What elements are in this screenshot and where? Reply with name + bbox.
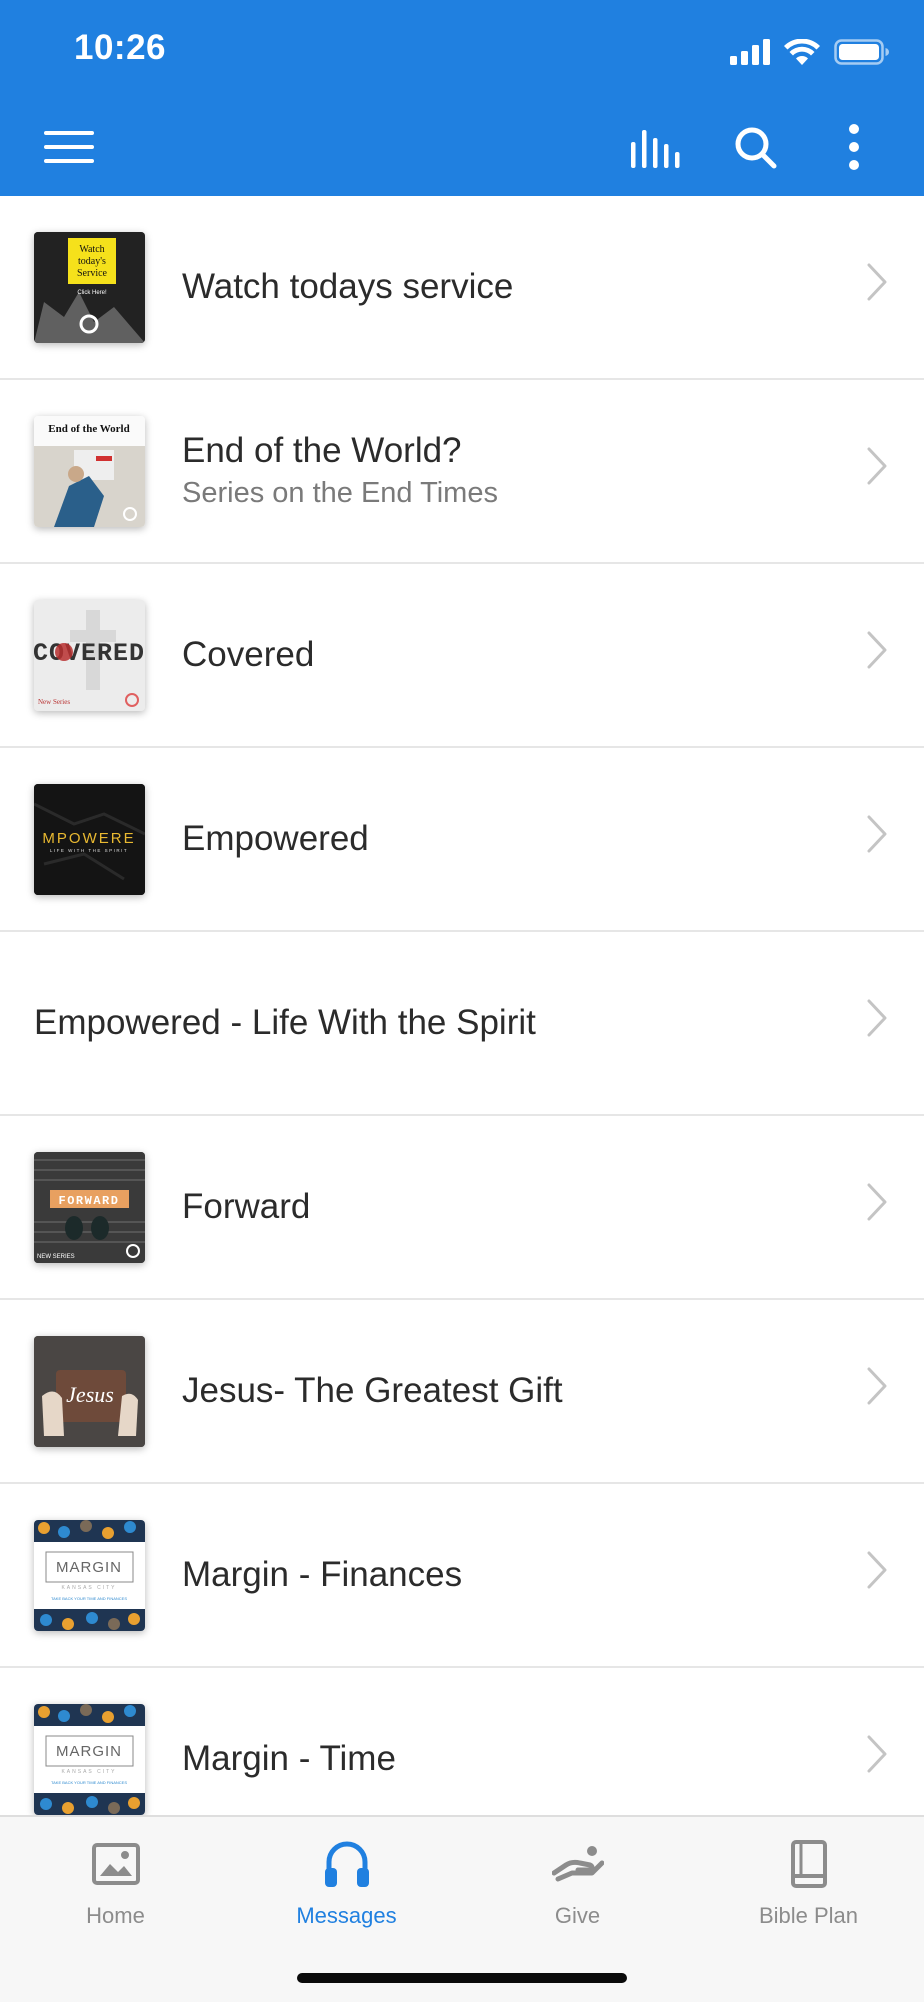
headphones-icon: [324, 1837, 370, 1891]
audio-bars-icon[interactable]: [630, 126, 684, 170]
series-artwork: COVERED New Series: [34, 600, 145, 711]
row-title: Watch todays service: [182, 267, 514, 306]
row-title: Empowered: [182, 819, 369, 858]
signal-icon: [730, 39, 770, 65]
svg-text:TAKE BACK YOUR TIME AND FINANC: TAKE BACK YOUR TIME AND FINANCES: [51, 1596, 127, 1601]
svg-text:Service: Service: [77, 268, 108, 279]
image-icon: [91, 1837, 140, 1891]
svg-text:TAKE BACK YOUR TIME AND FINANC: TAKE BACK YOUR TIME AND FINANCES: [51, 1780, 127, 1785]
row-title: Margin - Time: [182, 1739, 396, 1778]
series-artwork: Watch today's Service Click Here!: [34, 232, 145, 343]
svg-text:Watch: Watch: [79, 244, 104, 255]
svg-text:MPOWERE: MPOWERE: [42, 830, 135, 847]
list-item[interactable]: MARGIN KANSAS CITY TAKE BACK YOUR TIME A…: [0, 1484, 924, 1668]
svg-text:MARGIN: MARGIN: [56, 1743, 122, 1760]
chevron-right-icon: [867, 1735, 887, 1773]
row-title: Empowered - Life With the Spirit: [34, 1003, 536, 1042]
svg-text:NEW SERIES: NEW SERIES: [37, 1254, 75, 1260]
row-title: Jesus- The Greatest Gift: [182, 1371, 563, 1410]
tab-label: Bible Plan: [758, 1903, 859, 1928]
search-icon[interactable]: [734, 126, 778, 170]
tab-label: Messages: [296, 1903, 397, 1928]
series-artwork: End of the World: [34, 416, 145, 527]
app-header: 10:26: [0, 0, 924, 196]
svg-text:MARGIN: MARGIN: [56, 1559, 122, 1576]
chevron-right-icon: [867, 1183, 887, 1221]
list-item[interactable]: End of the World End of the World? Serie…: [0, 380, 924, 564]
tab-label: Give: [554, 1903, 601, 1928]
chevron-right-icon: [867, 999, 887, 1037]
menu-icon[interactable]: [44, 122, 96, 174]
svg-text:today's: today's: [78, 256, 106, 267]
svg-text:KANSAS CITY: KANSAS CITY: [61, 1769, 116, 1775]
messages-list: Watch today's Service Click Here! Watch …: [0, 196, 924, 1816]
list-item[interactable]: Empowered - Life With the Spirit: [0, 932, 924, 1116]
status-time: 10:26: [74, 28, 167, 67]
svg-text:New Series: New Series: [38, 698, 70, 706]
list-item[interactable]: FORWARD NEW SERIES Forward: [0, 1116, 924, 1300]
wifi-icon: [784, 38, 820, 65]
chevron-right-icon: [867, 1367, 887, 1405]
giving-hand-icon: [551, 1837, 604, 1891]
list-item[interactable]: MPOWERE LIFE WITH THE SPIRIT Empowered: [0, 748, 924, 932]
list-item[interactable]: MARGIN KANSAS CITY TAKE BACK YOUR TIME A…: [0, 1668, 924, 1816]
tab-messages[interactable]: Messages: [231, 1817, 462, 1957]
chevron-right-icon: [867, 1551, 887, 1589]
row-title: End of the World?: [182, 431, 462, 470]
chevron-right-icon: [867, 263, 887, 301]
row-subtitle: Series on the End Times: [182, 477, 498, 509]
list-item[interactable]: Watch today's Service Click Here! Watch …: [0, 196, 924, 380]
svg-text:FORWARD: FORWARD: [59, 1194, 120, 1208]
chevron-right-icon: [867, 447, 887, 485]
list-item[interactable]: Jesus Jesus- The Greatest Gift: [0, 1300, 924, 1484]
more-options-icon[interactable]: [840, 122, 868, 172]
row-title: Forward: [182, 1187, 311, 1226]
chevron-right-icon: [867, 631, 887, 669]
status-icons: [730, 34, 890, 70]
tab-home[interactable]: Home: [0, 1817, 231, 1957]
tab-label: Home: [86, 1903, 145, 1928]
home-indicator: [297, 1973, 627, 1983]
svg-text:End of the World: End of the World: [48, 423, 129, 435]
tab-give[interactable]: Give: [462, 1817, 693, 1957]
svg-text:COVERED: COVERED: [34, 639, 145, 668]
svg-text:KANSAS CITY: KANSAS CITY: [61, 1585, 116, 1591]
series-artwork: MARGIN KANSAS CITY TAKE BACK YOUR TIME A…: [34, 1520, 145, 1631]
book-icon: [790, 1837, 828, 1891]
chevron-right-icon: [867, 815, 887, 853]
battery-icon: [834, 39, 889, 65]
series-artwork: FORWARD NEW SERIES: [34, 1152, 145, 1263]
series-artwork: MARGIN KANSAS CITY TAKE BACK YOUR TIME A…: [34, 1704, 145, 1815]
svg-text:Jesus: Jesus: [66, 1382, 114, 1407]
series-artwork: Jesus: [34, 1336, 145, 1447]
svg-text:LIFE WITH THE SPIRIT: LIFE WITH THE SPIRIT: [50, 848, 128, 853]
tab-bible-plan[interactable]: Bible Plan: [693, 1817, 924, 1957]
series-artwork: MPOWERE LIFE WITH THE SPIRIT: [34, 784, 145, 895]
row-title: Covered: [182, 635, 315, 674]
list-item[interactable]: COVERED New Series Covered: [0, 564, 924, 748]
row-title: Margin - Finances: [182, 1555, 463, 1594]
svg-text:Click Here!: Click Here!: [77, 290, 107, 296]
